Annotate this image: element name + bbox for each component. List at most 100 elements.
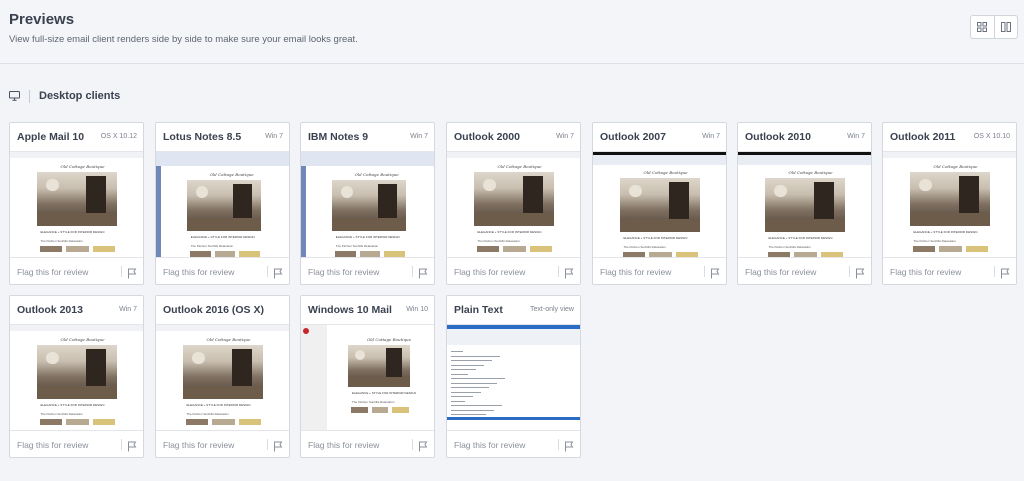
email-script-heading: Old Cottage Boutique xyxy=(206,337,251,342)
email-link-row: The Kitchen Sunhills Relaxation xyxy=(40,239,83,244)
email-hero-image xyxy=(348,345,410,388)
flag-for-review-link[interactable]: Flag this for review xyxy=(17,440,88,450)
flag-for-review-link[interactable]: Flag this for review xyxy=(890,267,961,277)
floor-shape xyxy=(182,385,263,400)
shelf-shape xyxy=(232,349,253,388)
email-tile-image xyxy=(189,250,211,257)
bottom-bar xyxy=(447,417,580,420)
card-footer: Flag this for review xyxy=(10,257,143,285)
flag-icon xyxy=(565,268,574,279)
split-view-button[interactable] xyxy=(993,16,1017,38)
flag-button[interactable] xyxy=(564,266,574,279)
email-caption: ELEGANCE + STYLE FOR INTERIOR DESIGN xyxy=(352,391,416,396)
flag-for-review-link[interactable]: Flag this for review xyxy=(600,267,671,277)
flag-button[interactable] xyxy=(564,439,574,452)
section-divider xyxy=(29,89,30,103)
footer-divider xyxy=(558,439,559,450)
email-caption: ELEGANCE + STYLE FOR INTERIOR DESIGN xyxy=(40,403,105,408)
plain-text-line xyxy=(451,387,489,388)
email-preview-thumbnail[interactable]: Old Cottage Boutique ELEGANCE + STYLE FOR… xyxy=(156,324,289,430)
flag-button[interactable] xyxy=(418,266,428,279)
plain-text-line xyxy=(451,400,465,402)
email-preview-thumbnail[interactable]: Old Cottage Boutique ELEGANCE + STYLE FOR… xyxy=(10,151,143,257)
grid-view-button[interactable] xyxy=(971,16,994,38)
client-preview-card: Outlook 2007 Win 7 Old Cottage Boutique ELE… xyxy=(592,122,727,285)
flag-button[interactable] xyxy=(127,439,137,452)
email-preview-thumbnail[interactable]: Old Cottage Boutique ELEGANCE + STYLE FOR… xyxy=(301,151,434,257)
flag-button[interactable] xyxy=(418,439,428,452)
email-tile-image xyxy=(239,250,261,257)
card-header: IBM Notes 9 Win 7 xyxy=(301,123,434,150)
flag-button[interactable] xyxy=(1000,266,1010,279)
email-link-row: The Kitchen Sunhills Relaxation xyxy=(190,243,234,248)
page-title: Previews xyxy=(9,11,75,28)
lamp-shape xyxy=(340,186,353,198)
client-preview-card: Outlook 2011 OS X 10.10 Old Cottage Boutiq… xyxy=(882,122,1017,285)
flag-for-review-link[interactable]: Flag this for review xyxy=(308,440,379,450)
flag-for-review-link[interactable]: Flag this for review xyxy=(454,440,525,450)
footer-divider xyxy=(121,266,122,277)
email-hero-image xyxy=(473,172,554,227)
email-preview-thumbnail[interactable]: Old Cottage Boutique ELEGANCE + STYLE FOR… xyxy=(156,151,289,257)
flag-for-review-link[interactable]: Flag this for review xyxy=(163,267,234,277)
flag-button[interactable] xyxy=(127,266,137,279)
flag-for-review-link[interactable]: Flag this for review xyxy=(17,267,88,277)
floor-shape xyxy=(36,385,117,400)
shelf-shape xyxy=(86,176,107,215)
email-hero-image xyxy=(36,172,117,227)
card-footer: Flag this for review xyxy=(301,257,434,285)
card-footer: Flag this for review xyxy=(156,257,289,285)
footer-divider xyxy=(994,266,995,277)
email-preview-thumbnail[interactable]: Old Cottage Boutique ELEGANCE + STYLE FOR… xyxy=(738,151,871,257)
client-preview-card: Outlook 2016 (OS X) Old Cottage Boutique E… xyxy=(155,295,290,458)
shelf-shape xyxy=(86,349,107,388)
email-tile-image xyxy=(359,250,381,257)
footer-divider xyxy=(267,439,268,450)
email-tile-image xyxy=(384,250,406,257)
flag-icon xyxy=(1001,268,1010,279)
email-preview-thumbnail[interactable] xyxy=(447,324,580,430)
email-tile-image xyxy=(371,407,389,414)
card-header: Lotus Notes 8.5 Win 7 xyxy=(156,123,289,150)
flag-button[interactable] xyxy=(710,266,720,279)
lamp-shape xyxy=(483,178,496,192)
client-preview-card: Windows 10 Mail Win 10 Old Cottage Boutiqu… xyxy=(300,295,435,458)
flag-icon xyxy=(711,268,720,279)
email-tile-image xyxy=(351,407,368,414)
email-tile-image xyxy=(66,419,89,426)
client-name: Outlook 2011 xyxy=(890,131,956,143)
flag-button[interactable] xyxy=(855,266,865,279)
client-platform: OS X 10.12 xyxy=(100,133,137,140)
flag-for-review-link[interactable]: Flag this for review xyxy=(163,440,234,450)
flag-for-review-link[interactable]: Flag this for review xyxy=(745,267,816,277)
plain-text-line xyxy=(451,405,502,406)
email-preview-thumbnail[interactable]: Old Cottage Boutique ELEGANCE + STYLE FOR… xyxy=(883,151,1016,257)
client-preview-card: Outlook 2000 Win 7 Old Cottage Boutique ELE… xyxy=(446,122,581,285)
email-preview-thumbnail[interactable]: Old Cottage Boutique ELEGANCE + STYLE FOR… xyxy=(301,324,434,430)
email-link-row: The Kitchen Sunhills Relaxation xyxy=(477,239,520,244)
email-tile-image xyxy=(939,246,962,253)
email-preview-thumbnail[interactable]: Old Cottage Boutique ELEGANCE + STYLE FOR… xyxy=(10,324,143,430)
email-link-row: The Kitchen Sunhills Relaxation xyxy=(40,412,83,417)
email-link-row: The Kitchen Sunhills Relaxation xyxy=(335,243,379,248)
section-title: Desktop clients xyxy=(39,90,121,102)
flag-for-review-link[interactable]: Flag this for review xyxy=(308,267,379,277)
email-hero-image xyxy=(186,180,262,231)
lamp-shape xyxy=(919,178,932,192)
page-subtitle: View full-size email client renders side… xyxy=(9,34,358,45)
floor-shape xyxy=(36,212,117,227)
floor-shape xyxy=(473,212,554,227)
client-name: Outlook 2007 xyxy=(600,131,666,143)
flag-button[interactable] xyxy=(273,266,283,279)
footer-divider xyxy=(412,439,413,450)
card-footer: Flag this for review xyxy=(10,430,143,458)
email-preview-thumbnail[interactable]: Old Cottage Boutique ELEGANCE + STYLE FOR… xyxy=(447,151,580,257)
email-hero-image xyxy=(909,172,990,227)
flag-for-review-link[interactable]: Flag this for review xyxy=(454,267,525,277)
card-header: Outlook 2016 (OS X) xyxy=(156,296,289,323)
flag-button[interactable] xyxy=(273,439,283,452)
email-script-heading: Old Cottage Boutique xyxy=(354,172,399,177)
shelf-shape xyxy=(232,184,252,220)
email-preview-thumbnail[interactable]: Old Cottage Boutique ELEGANCE + STYLE FOR… xyxy=(593,151,726,257)
email-tile-image xyxy=(238,419,262,426)
